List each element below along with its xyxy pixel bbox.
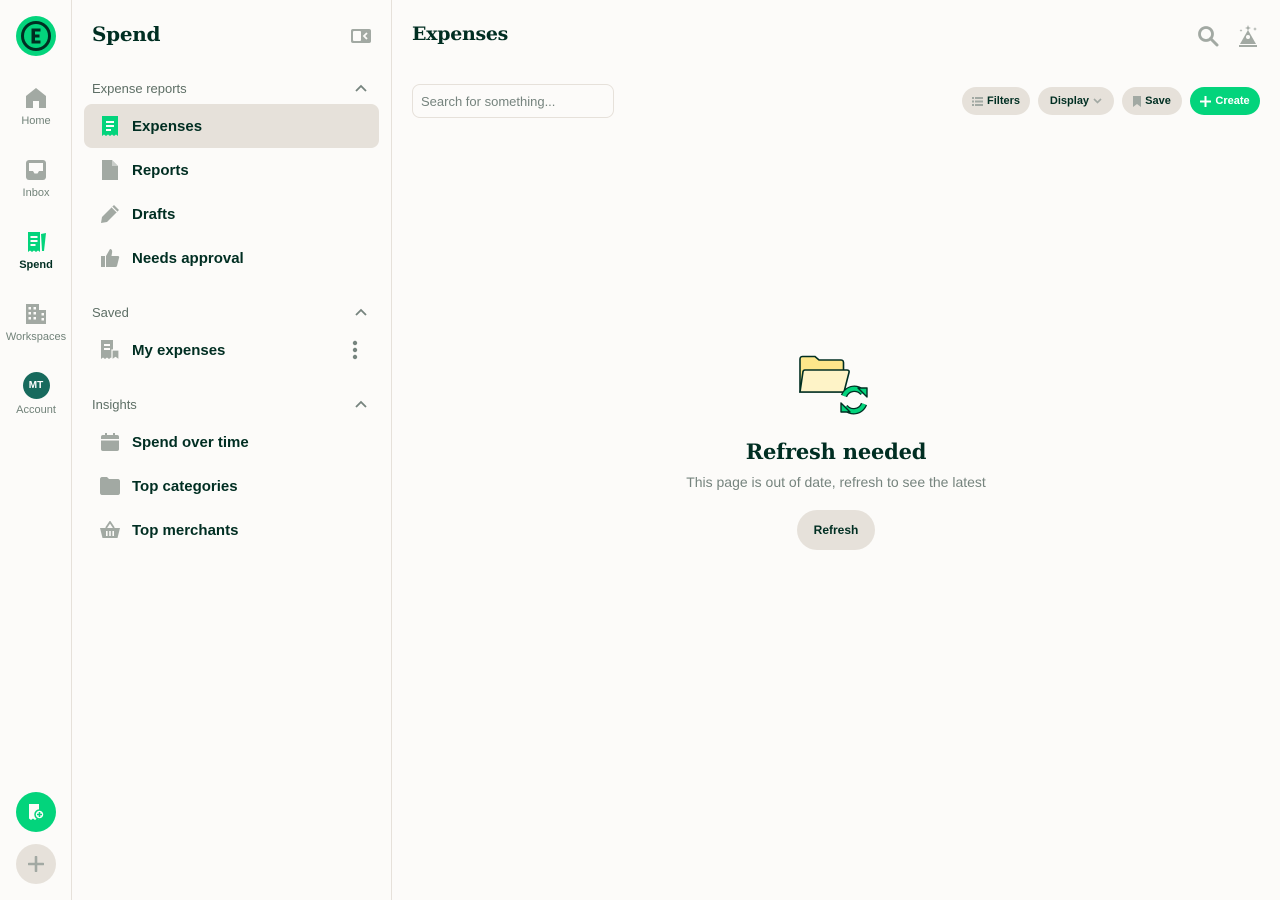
spend-sidebar: Spend Expense reports Expenses Reports D… <box>72 0 392 900</box>
plus-icon <box>28 856 44 872</box>
sidebar-item-needs-approval[interactable]: Needs approval <box>84 236 379 280</box>
bookmark-icon <box>1133 95 1142 107</box>
section-expense-reports[interactable]: Expense reports <box>92 78 368 98</box>
folder-icon <box>100 476 120 496</box>
rail-item-workspaces[interactable]: Workspaces <box>0 302 72 366</box>
basket-icon <box>100 520 120 540</box>
sidebar-item-label: Top merchants <box>132 521 239 539</box>
sidebar-item-label: Drafts <box>132 205 176 223</box>
filters-label: Filters <box>986 95 1020 107</box>
rail-label-account: Account <box>16 404 56 416</box>
rail-label-inbox: Inbox <box>22 187 50 199</box>
section-saved[interactable]: Saved <box>92 302 368 322</box>
chevron-up-icon[interactable] <box>354 305 368 319</box>
calendar-icon <box>100 432 120 452</box>
logo-icon <box>21 21 51 51</box>
save-label: Save <box>1145 95 1171 107</box>
new-expense-button[interactable] <box>16 792 56 832</box>
pencil-icon <box>100 204 120 224</box>
display-label: Display <box>1049 95 1090 107</box>
expensify-logo[interactable] <box>16 16 56 56</box>
more-options-icon[interactable] <box>345 340 365 360</box>
sidebar-item-reports[interactable]: Reports <box>84 148 379 192</box>
page-title: Expenses <box>412 23 509 45</box>
chevron-up-icon[interactable] <box>354 81 368 95</box>
rail-item-spend[interactable]: Spend <box>0 230 72 294</box>
inbox-icon <box>24 158 48 182</box>
sidebar-item-label: Spend over time <box>132 433 249 451</box>
plus-icon <box>1200 95 1212 107</box>
rail-label-spend: Spend <box>19 259 53 271</box>
rail-label-home: Home <box>21 115 51 127</box>
sidebar-item-expenses[interactable]: Expenses <box>84 104 379 148</box>
add-button[interactable] <box>16 844 56 884</box>
create-button[interactable]: Create <box>1190 87 1260 115</box>
folder-refresh-icon <box>798 350 874 423</box>
receipt-icon <box>100 116 120 136</box>
receipt-icon <box>24 230 48 254</box>
sidebar-collapse-icon <box>351 29 371 43</box>
empty-state-title: Refresh needed <box>745 439 927 464</box>
section-heading: Insights <box>92 396 137 412</box>
thumbs-up-icon <box>100 248 120 268</box>
collapse-sidebar-button[interactable] <box>350 27 372 45</box>
save-button[interactable]: Save <box>1122 87 1182 115</box>
left-rail: Home Inbox Spend Workspaces MT Account <box>0 0 72 900</box>
sidebar-item-top-categories[interactable]: Top categories <box>84 464 379 508</box>
section-heading: Expense reports <box>92 80 187 96</box>
concierge-icon[interactable] <box>1236 24 1258 47</box>
sidebar-item-drafts[interactable]: Drafts <box>84 192 379 236</box>
create-label: Create <box>1215 95 1250 107</box>
refresh-button[interactable]: Refresh <box>797 510 875 550</box>
bookmark-receipt-icon <box>100 340 120 360</box>
section-heading: Saved <box>92 304 129 320</box>
receipt-plus-icon <box>29 804 45 820</box>
rail-item-account[interactable]: MT Account <box>0 372 72 437</box>
avatar: MT <box>22 372 50 399</box>
rail-label-workspaces: Workspaces <box>5 331 67 343</box>
search-icon[interactable] <box>1197 25 1219 47</box>
document-icon <box>100 160 120 180</box>
filter-icon <box>971 96 983 106</box>
app-window: Home Inbox Spend Workspaces MT Account S… <box>0 0 1280 900</box>
filters-button[interactable]: Filters <box>962 87 1030 115</box>
empty-state-subtitle: This page is out of date, refresh to see… <box>686 474 986 490</box>
rail-item-inbox[interactable]: Inbox <box>0 158 72 222</box>
sidebar-item-label: Reports <box>132 161 189 179</box>
sidebar-item-label: Needs approval <box>132 249 244 267</box>
sidebar-item-label: My expenses <box>132 341 226 359</box>
search-input[interactable] <box>412 84 614 118</box>
building-icon <box>24 302 48 326</box>
sidebar-item-label: Expenses <box>132 117 203 135</box>
refresh-empty-state: Refresh needed This page is out of date,… <box>392 350 1280 550</box>
display-button[interactable]: Display <box>1038 87 1114 115</box>
sidebar-item-top-merchants[interactable]: Top merchants <box>84 508 379 552</box>
home-icon <box>24 86 48 110</box>
section-insights[interactable]: Insights <box>92 394 368 414</box>
rail-item-home[interactable]: Home <box>0 86 72 150</box>
main-content: Expenses Filters Display <box>392 0 1280 900</box>
sidebar-item-spend-over-time[interactable]: Spend over time <box>84 420 379 464</box>
chevron-down-icon <box>1093 98 1102 104</box>
chevron-up-icon[interactable] <box>354 397 368 411</box>
sidebar-item-label: Top categories <box>132 477 238 495</box>
sidebar-title: Spend <box>92 22 161 46</box>
sidebar-item-my-expenses[interactable]: My expenses <box>84 328 379 372</box>
